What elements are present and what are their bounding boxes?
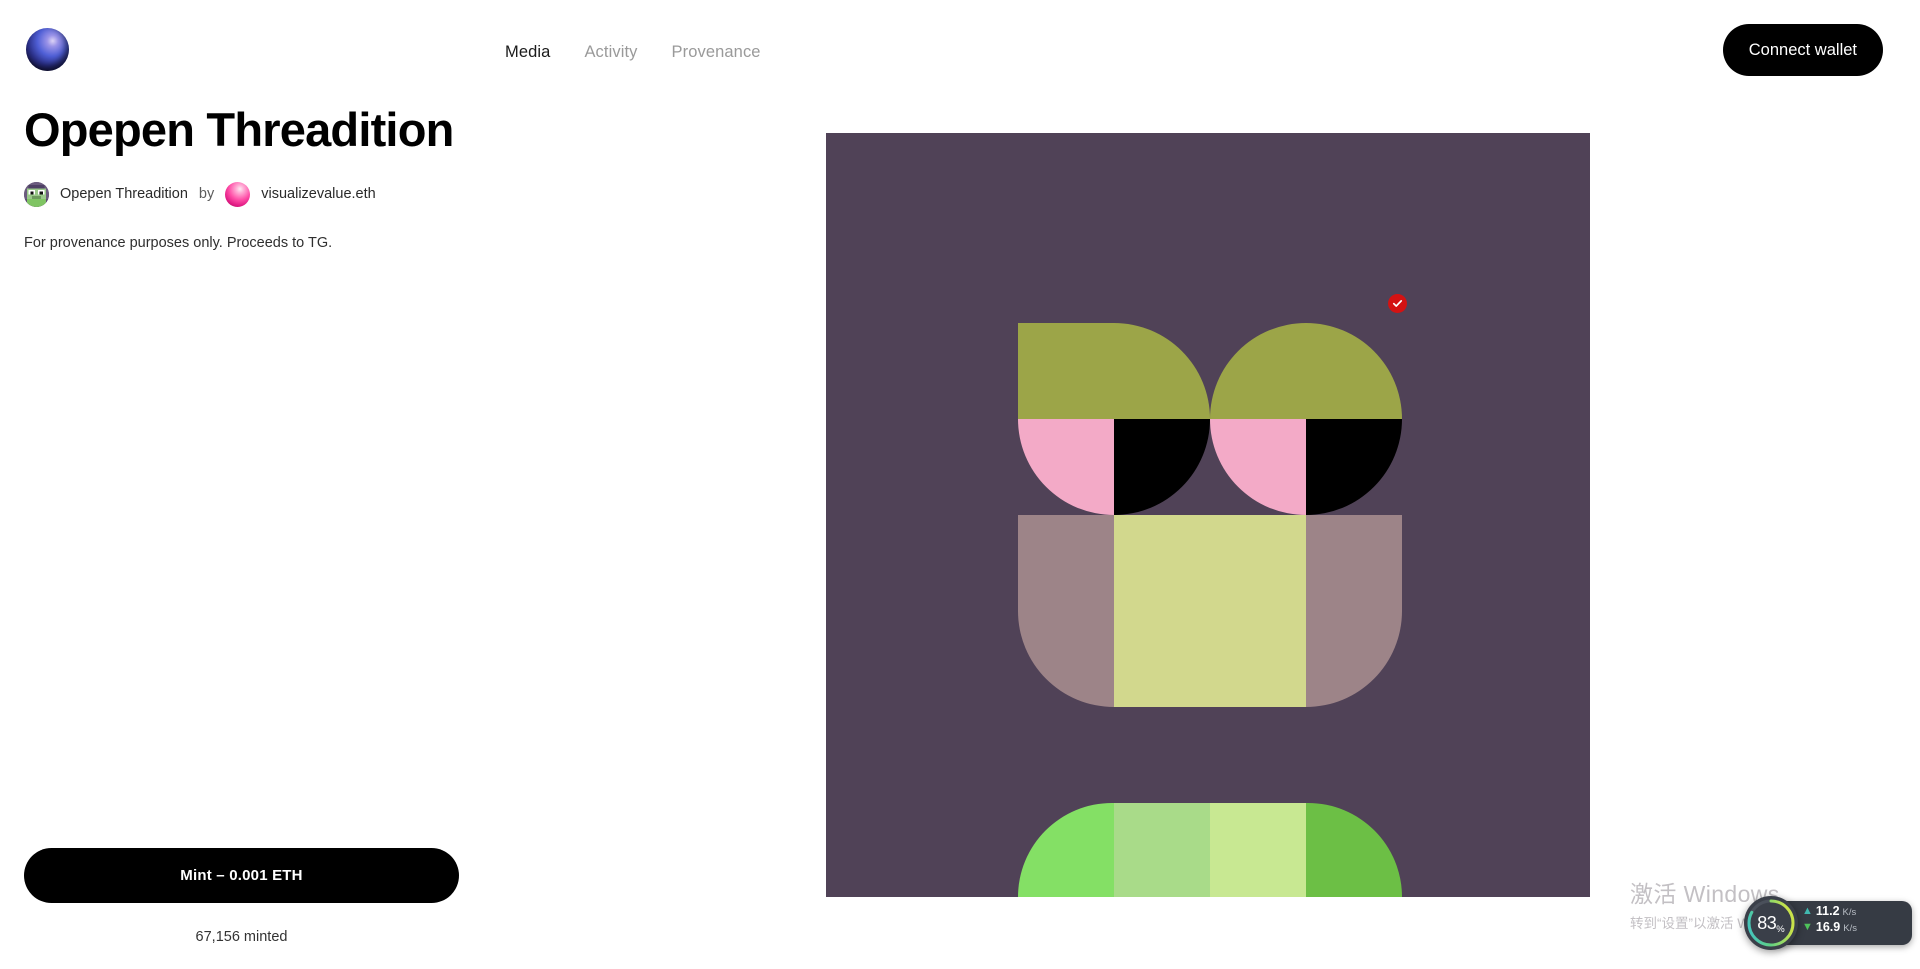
network-speed-widget[interactable]: ▲ 11.2 K/s ▼ 16.9 K/s 83 % xyxy=(1744,896,1912,950)
site-header: Media Activity Provenance Connect wallet xyxy=(0,0,1920,110)
cpu-usage-percent-symbol: % xyxy=(1776,924,1785,935)
art-strip-3 xyxy=(1210,803,1306,897)
art-strip-4 xyxy=(1306,803,1402,897)
verified-check-icon xyxy=(1388,294,1407,313)
upload-arrow-icon: ▲ xyxy=(1802,905,1813,917)
art-shape-mauve-right xyxy=(1306,515,1402,707)
download-arrow-icon: ▼ xyxy=(1802,921,1813,933)
by-label: by xyxy=(198,186,215,203)
art-shape-olive-topleft-round xyxy=(1114,323,1210,419)
art-shape-olive-right-a xyxy=(1210,323,1306,419)
upload-speed-unit: K/s xyxy=(1842,907,1857,918)
art-shape-olive-topleft xyxy=(1018,323,1114,419)
nav-item-activity[interactable]: Activity xyxy=(584,42,637,62)
art-shape-pink-right xyxy=(1210,419,1306,515)
cpu-usage-label: 83 % xyxy=(1744,896,1798,950)
artist-name[interactable]: visualizevalue.eth xyxy=(261,186,375,202)
minted-count-label: 67,156 minted xyxy=(195,929,288,945)
art-shape-black-right xyxy=(1306,419,1402,515)
art-strip-1 xyxy=(1018,803,1114,897)
main-navigation: Media Activity Provenance xyxy=(505,42,761,62)
download-speed-unit: K/s xyxy=(1843,923,1857,934)
art-strip-2 xyxy=(1114,803,1210,897)
artwork-preview[interactable] xyxy=(826,133,1590,897)
token-description: For provenance purposes only. Proceeds t… xyxy=(24,234,333,251)
network-speed-rows: ▲ 11.2 K/s ▼ 16.9 K/s xyxy=(1802,904,1857,934)
art-shape-olive-right-b xyxy=(1306,323,1402,419)
mint-button[interactable]: Mint – 0.001 ETH xyxy=(24,848,459,903)
art-shape-black-left xyxy=(1114,419,1210,515)
upload-speed-value: 11.2 xyxy=(1815,904,1840,918)
art-shape-pink-left xyxy=(1018,419,1114,515)
cpu-usage-value: 83 xyxy=(1757,912,1777,933)
token-info-panel: Opepen Threadition Opepen Threadition by… xyxy=(24,103,644,254)
page-title: Opepen Threadition xyxy=(24,103,454,156)
nav-item-provenance[interactable]: Provenance xyxy=(672,42,761,62)
art-shape-lightgreen-center xyxy=(1114,515,1306,707)
nav-item-media[interactable]: Media xyxy=(505,42,550,62)
art-shape-mauve-left xyxy=(1018,515,1114,707)
download-speed-row: ▼ 16.9 K/s xyxy=(1802,920,1857,934)
sphere-logo-icon[interactable] xyxy=(26,28,69,71)
mint-panel: Mint – 0.001 ETH 67,156 minted xyxy=(24,848,459,945)
cpu-usage-gauge: 83 % xyxy=(1744,896,1798,950)
artist-avatar xyxy=(225,181,251,207)
collection-avatar xyxy=(24,181,49,207)
download-speed-value: 16.9 xyxy=(1815,920,1841,934)
connect-wallet-button[interactable]: Connect wallet xyxy=(1722,24,1883,76)
upload-speed-row: ▲ 11.2 K/s xyxy=(1802,904,1857,918)
creator-row: Opepen Threadition by visualizevalue.eth xyxy=(24,181,644,207)
collection-name[interactable]: Opepen Threadition xyxy=(60,186,188,202)
